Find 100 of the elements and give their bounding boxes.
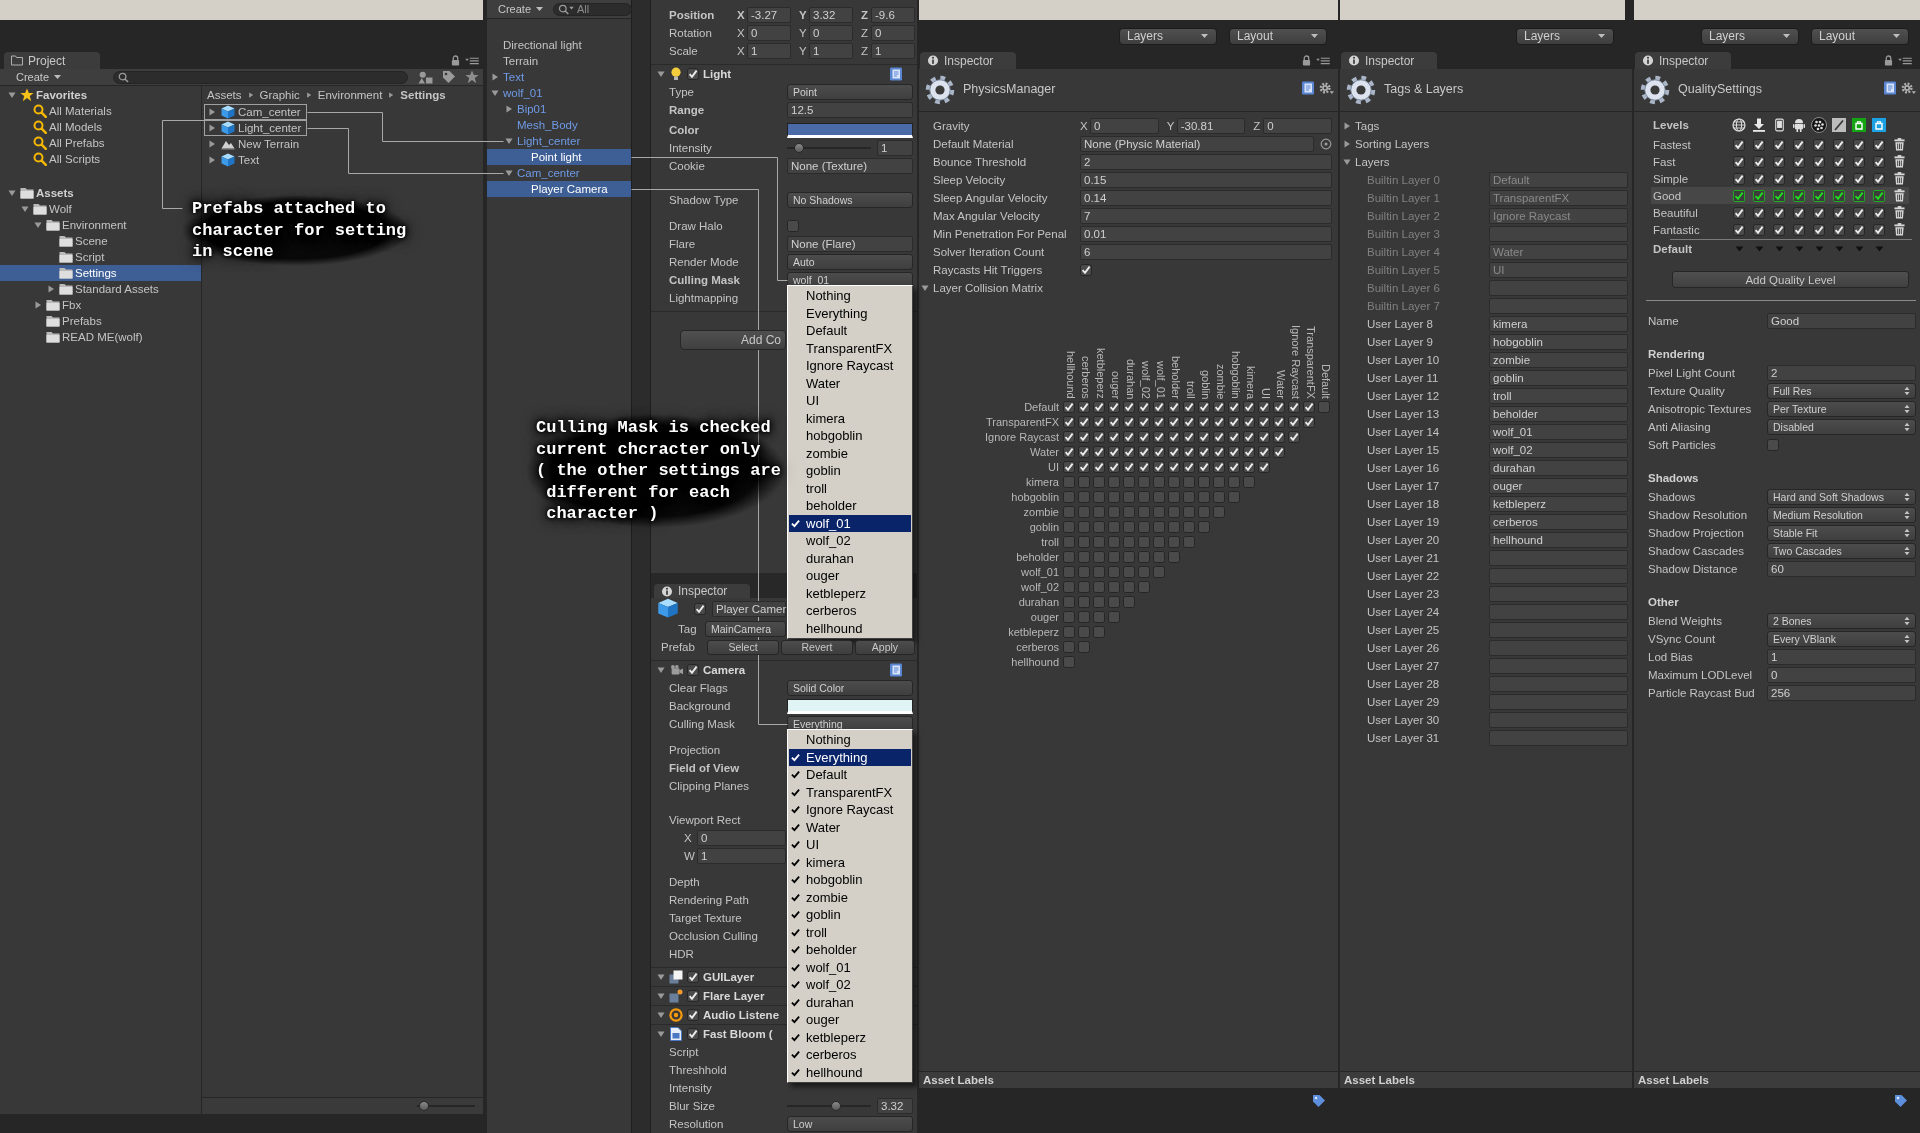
- checkbox[interactable]: [1078, 445, 1090, 458]
- dropdown[interactable]: Medium Resolution: [1767, 507, 1916, 523]
- asset-item[interactable]: Cam_center: [204, 104, 307, 120]
- checkbox[interactable]: [1228, 415, 1240, 428]
- checkbox[interactable]: [1108, 520, 1120, 533]
- text-field[interactable]: zombie: [1489, 352, 1628, 368]
- checkbox[interactable]: [1873, 189, 1885, 202]
- checkbox[interactable]: [1138, 520, 1150, 533]
- trash-icon[interactable]: [1893, 172, 1905, 185]
- checkbox[interactable]: [1123, 430, 1135, 443]
- prefab-button[interactable]: Apply: [855, 639, 915, 655]
- menu-item[interactable]: durahan: [789, 549, 911, 567]
- text-field[interactable]: wolf_02: [1489, 442, 1628, 458]
- checkbox[interactable]: [1108, 490, 1120, 503]
- checkbox[interactable]: [687, 68, 699, 80]
- checkbox[interactable]: [1213, 430, 1225, 443]
- number-field[interactable]: 1: [809, 43, 853, 59]
- tree-item[interactable]: Settings: [0, 265, 201, 281]
- quality-level-row[interactable]: Fastest: [1651, 136, 1909, 153]
- add-level-button[interactable]: Add Quality Level: [1672, 271, 1909, 288]
- checkbox[interactable]: [1183, 490, 1195, 503]
- tree-item[interactable]: All Materials: [0, 103, 116, 119]
- checkbox[interactable]: [1228, 445, 1240, 458]
- disclosure-triangle-icon[interactable]: [34, 221, 42, 229]
- book-icon[interactable]: [889, 67, 903, 81]
- checkbox[interactable]: [1833, 189, 1845, 202]
- checkbox[interactable]: [1767, 439, 1779, 451]
- disclosure-triangle-icon[interactable]: [208, 140, 216, 148]
- checkbox[interactable]: [1138, 505, 1150, 518]
- menu-item[interactable]: hobgoblin: [789, 871, 911, 889]
- menu-item[interactable]: hellhound: [789, 619, 911, 637]
- checkbox[interactable]: [1183, 460, 1195, 473]
- checkbox[interactable]: [694, 602, 706, 615]
- checkbox[interactable]: [1213, 490, 1225, 503]
- text-field[interactable]: 7: [1080, 208, 1332, 224]
- checkbox[interactable]: [1258, 400, 1270, 413]
- checkbox[interactable]: [1138, 460, 1150, 473]
- text-field[interactable]: 0.14: [1080, 190, 1332, 206]
- checkbox[interactable]: [1183, 445, 1195, 458]
- hierarchy-item[interactable]: Point light: [487, 149, 631, 165]
- menu-item[interactable]: kimera: [789, 409, 911, 427]
- text-field[interactable]: durahan: [1489, 460, 1628, 476]
- trash-icon[interactable]: [1893, 206, 1905, 219]
- disclosure-triangle-icon[interactable]: [47, 285, 55, 293]
- menu-item[interactable]: cerberos: [789, 602, 911, 620]
- target-icon[interactable]: [1320, 138, 1332, 150]
- checkbox[interactable]: [1153, 430, 1165, 443]
- checkbox[interactable]: [1093, 610, 1105, 623]
- checkbox[interactable]: [1228, 430, 1240, 443]
- add-component-button[interactable]: Add Co: [680, 330, 786, 350]
- checkbox[interactable]: [1093, 580, 1105, 593]
- checkbox[interactable]: [1258, 460, 1270, 473]
- checkbox[interactable]: [1168, 415, 1180, 428]
- hierarchy-item[interactable]: Light_center: [487, 133, 631, 149]
- checkbox[interactable]: [1063, 610, 1075, 623]
- checkbox[interactable]: [1853, 138, 1865, 151]
- hierarchy-item[interactable]: Bip01: [487, 101, 631, 117]
- dropdown[interactable]: Two Cascades: [1767, 543, 1916, 559]
- slider-thumb[interactable]: [830, 1101, 841, 1111]
- checkbox[interactable]: [1138, 415, 1150, 428]
- checkbox[interactable]: [1198, 460, 1210, 473]
- checkbox[interactable]: [1303, 415, 1315, 428]
- number-field[interactable]: -9.6: [871, 7, 915, 23]
- menu-item[interactable]: zombie: [789, 888, 911, 906]
- checkbox[interactable]: [1833, 155, 1845, 168]
- tree-item[interactable]: Assets: [0, 185, 78, 201]
- checkbox[interactable]: [1123, 535, 1135, 548]
- checkbox[interactable]: [1153, 415, 1165, 428]
- checkbox[interactable]: [1123, 445, 1135, 458]
- checkbox[interactable]: [1213, 505, 1225, 518]
- menu-item[interactable]: UI: [789, 836, 911, 854]
- search-field[interactable]: All: [553, 2, 633, 16]
- disclosure-triangle-icon[interactable]: [657, 666, 665, 674]
- checkbox[interactable]: [1123, 505, 1135, 518]
- checkbox[interactable]: [1063, 415, 1075, 428]
- checkbox[interactable]: [1773, 155, 1785, 168]
- quality-level-row[interactable]: Fast: [1651, 153, 1909, 170]
- disclosure-triangle-icon[interactable]: [491, 89, 499, 97]
- dropdown[interactable]: Low: [787, 1116, 913, 1132]
- checkbox[interactable]: [1063, 640, 1075, 653]
- disclosure-triangle-icon[interactable]: [21, 205, 29, 213]
- checkbox[interactable]: [1093, 400, 1105, 413]
- checkbox[interactable]: [1853, 223, 1865, 236]
- checkbox[interactable]: [1108, 550, 1120, 563]
- checkbox[interactable]: [1733, 155, 1745, 168]
- tree-item[interactable]: Scene: [0, 233, 112, 249]
- checkbox[interactable]: [1063, 460, 1075, 473]
- menu-item[interactable]: beholder: [789, 497, 911, 515]
- checkbox[interactable]: [1078, 415, 1090, 428]
- panel-tab[interactable]: Project: [4, 52, 100, 69]
- checkbox[interactable]: [1168, 445, 1180, 458]
- checkbox[interactable]: [1273, 430, 1285, 443]
- dropdown-button[interactable]: Layout: [1229, 27, 1327, 45]
- checkbox[interactable]: [1183, 535, 1195, 548]
- checkbox[interactable]: [1093, 490, 1105, 503]
- checkbox[interactable]: [1168, 430, 1180, 443]
- foldout[interactable]: Sorting Layers: [1340, 135, 1632, 153]
- text-field[interactable]: 12.5: [787, 102, 913, 118]
- number-field[interactable]: 0: [809, 25, 853, 41]
- text-field[interactable]: ouger: [1489, 478, 1628, 494]
